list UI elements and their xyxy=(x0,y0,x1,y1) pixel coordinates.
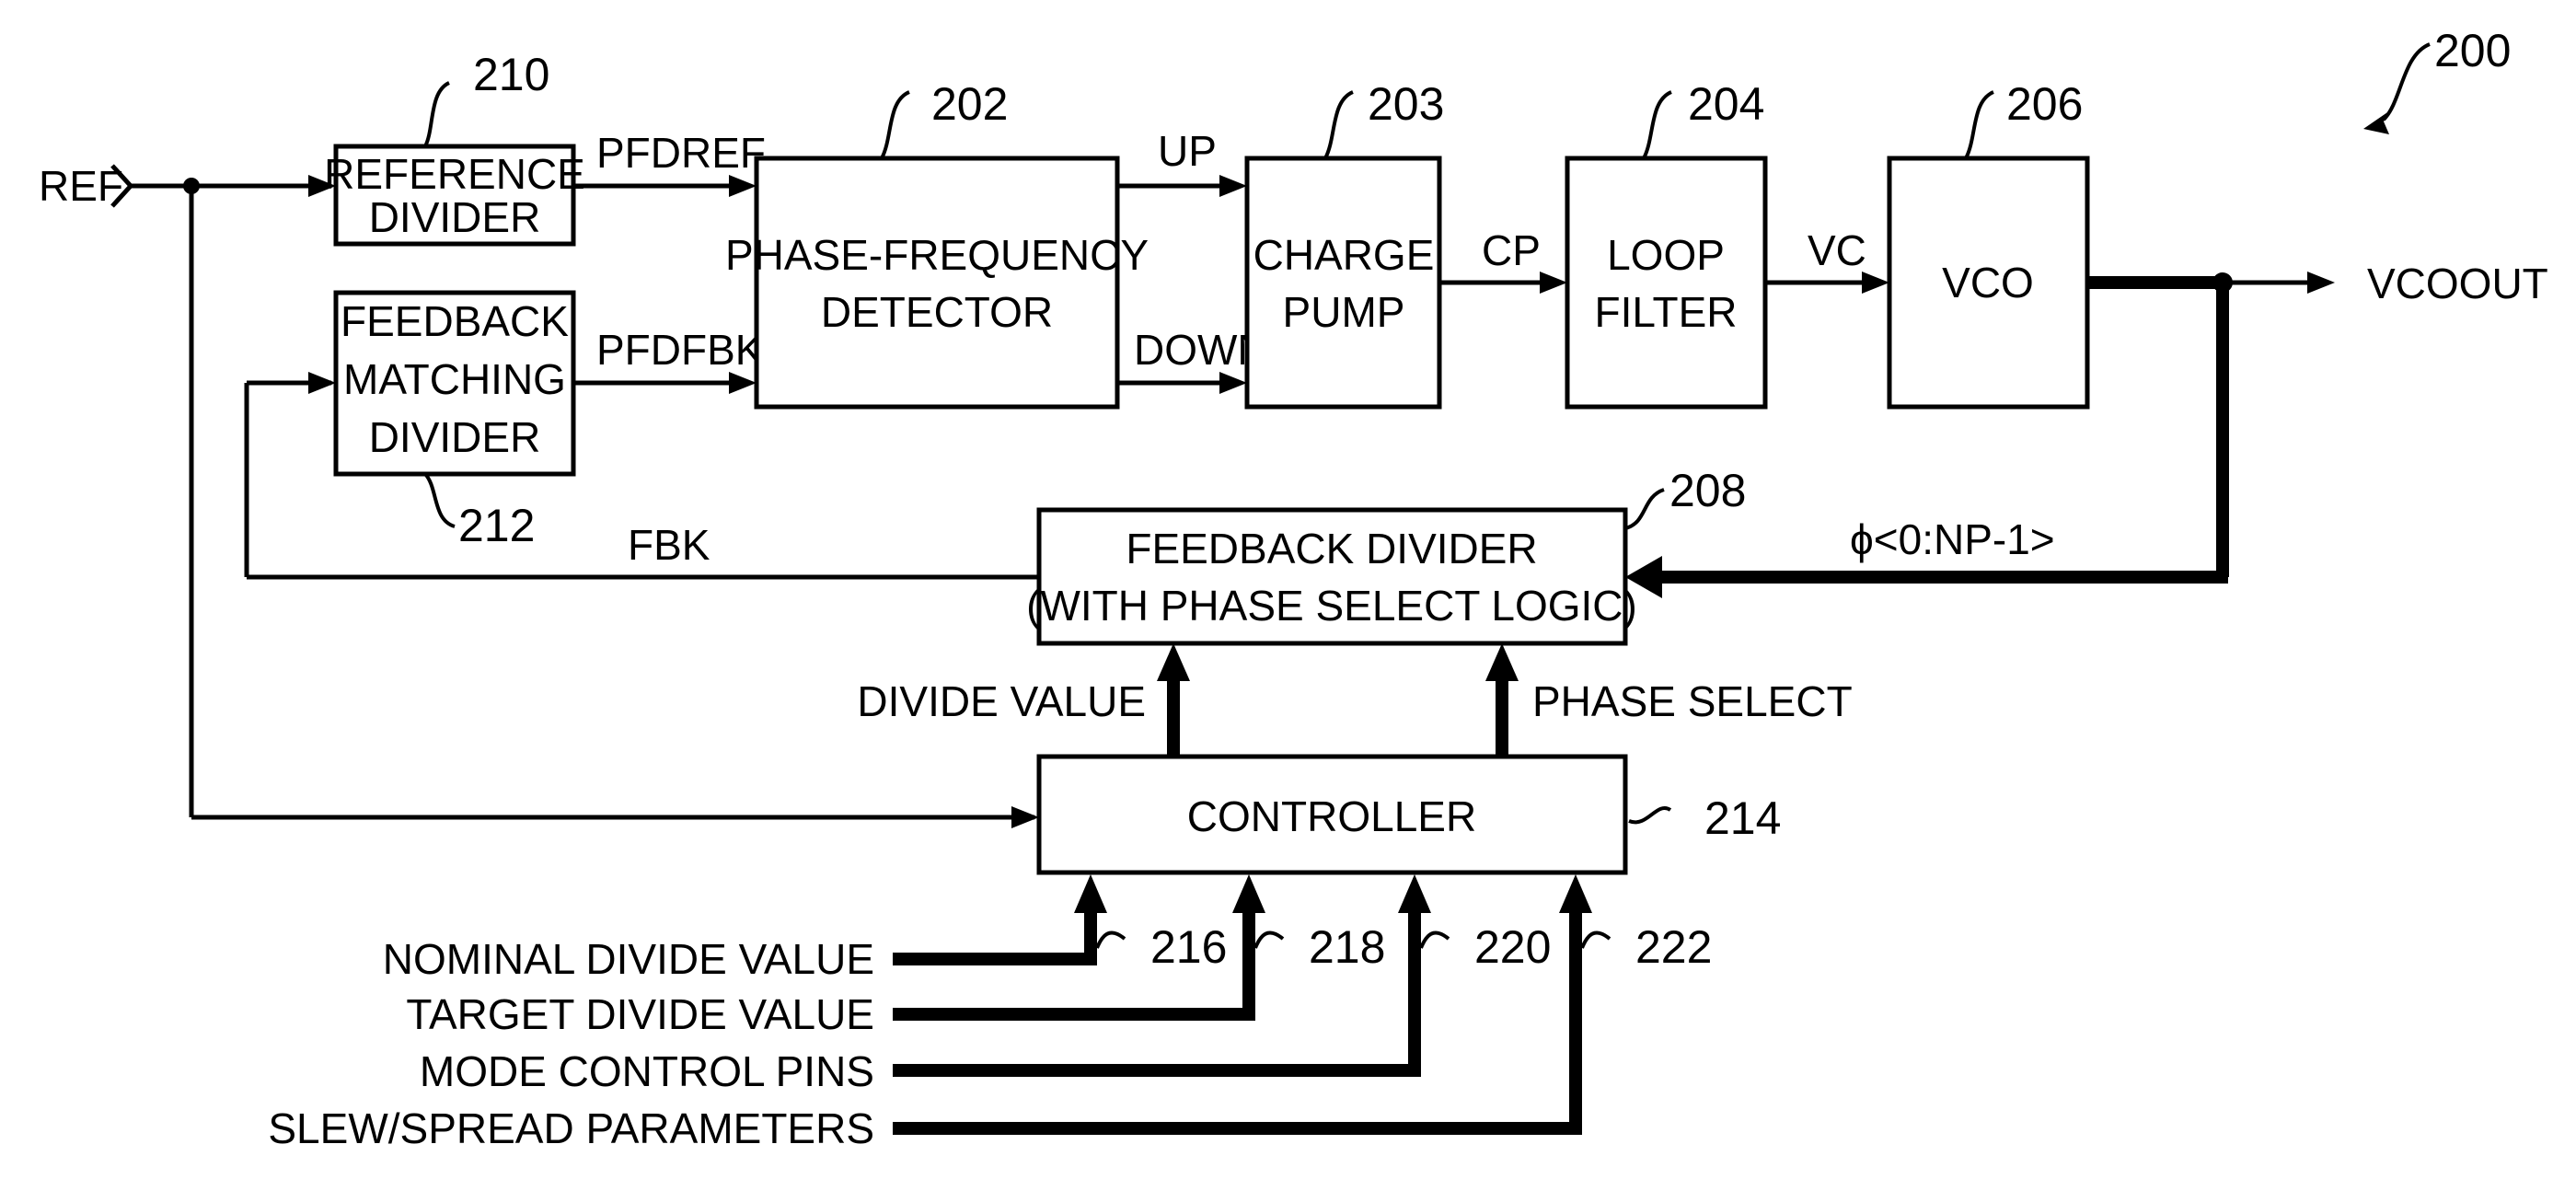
ref-203: 203 xyxy=(1368,78,1444,130)
ref-218: 218 xyxy=(1309,921,1385,973)
ref-216: 216 xyxy=(1150,921,1227,973)
reference-divider-block: REFERENCE DIVIDER xyxy=(324,144,585,247)
feedback-divider-block: FEEDBACK DIVIDER (WITH PHASE SELECT LOGI… xyxy=(1026,507,1637,646)
pfdref-label: PFDREF xyxy=(596,129,766,177)
fbm-divider-label-3: DIVIDER xyxy=(369,413,541,461)
ref-212-leader xyxy=(423,472,456,528)
feedback-divider-label-2: (WITH PHASE SELECT LOGIC) xyxy=(1026,582,1637,630)
ref-202-leader xyxy=(880,90,910,159)
fbk-arrowhead xyxy=(308,372,336,394)
feedback-matching-divider-block: FEEDBACK MATCHING DIVIDER xyxy=(333,290,576,477)
ref-218-leader xyxy=(1253,930,1285,949)
divide-value-label: DIVIDE VALUE xyxy=(857,677,1146,725)
ref-214: 214 xyxy=(1704,792,1781,844)
ref-204: 204 xyxy=(1688,78,1764,130)
down-arrowhead xyxy=(1219,372,1247,394)
vcoout-label: VCOOUT xyxy=(2367,260,2548,307)
ref-208: 208 xyxy=(1669,465,1746,516)
ref-206: 206 xyxy=(2006,78,2083,130)
vco-label: VCO xyxy=(1942,259,2034,306)
feedback-divider-label-1: FEEDBACK DIVIDER xyxy=(1126,525,1537,572)
pfdref-arrowhead xyxy=(729,175,757,197)
phase-select-arrowhead xyxy=(1485,643,1519,681)
input-arrowhead-mode xyxy=(1398,874,1431,913)
loop-filter-block: LOOP FILTER xyxy=(1565,156,1768,410)
phases-label: ϕ<0:NP-1> xyxy=(1850,515,2055,563)
reference-divider-label-1: REFERENCE xyxy=(324,150,585,198)
charge-pump-block: CHARGE PUMP xyxy=(1244,156,1442,410)
input-arrowhead-target xyxy=(1232,874,1265,913)
controller-label: CONTROLLER xyxy=(1187,792,1476,840)
input-label-mode: MODE CONTROL PINS xyxy=(420,1047,874,1095)
ref-216-leader xyxy=(1095,930,1126,949)
input-arrowhead-nominal xyxy=(1074,874,1107,913)
reference-divider-label-2: DIVIDER xyxy=(369,193,541,241)
figure-leader-arrowhead xyxy=(2363,109,2393,134)
controller-block: CONTROLLER xyxy=(1036,754,1628,875)
ref-214-leader xyxy=(1628,806,1672,825)
input-arrowhead-slew xyxy=(1559,874,1592,913)
fbk-label: FBK xyxy=(628,521,710,569)
figure-leader xyxy=(2382,42,2431,121)
ref-204-leader xyxy=(1642,90,1672,159)
input-label-slew: SLEW/SPREAD PARAMETERS xyxy=(268,1104,874,1152)
ref-210: 210 xyxy=(473,49,549,100)
input-label-target: TARGET DIVIDE VALUE xyxy=(406,990,874,1038)
vc-arrowhead xyxy=(1862,272,1889,294)
pll-block-diagram: 200 REF REFERENCE DIVIDER 210 PFDREF FEE… xyxy=(39,25,2548,1152)
input-label-nominal: NOMINAL DIVIDE VALUE xyxy=(383,935,874,983)
vcoout-arrowhead xyxy=(2307,272,2335,294)
ref-208-leader xyxy=(1624,488,1665,530)
vc-label: VC xyxy=(1808,226,1866,274)
ref-to-controller-arrowhead xyxy=(1011,806,1039,828)
divide-value-arrowhead xyxy=(1157,643,1190,681)
phase-select-label: PHASE SELECT xyxy=(1532,677,1853,725)
up-arrowhead xyxy=(1219,175,1247,197)
ref-222-leader xyxy=(1580,930,1611,949)
ref-202: 202 xyxy=(931,78,1008,130)
input-bus-nominal xyxy=(893,911,1097,965)
ref-input-label: REF xyxy=(39,162,123,210)
up-label: UP xyxy=(1158,127,1217,175)
controller-input-mode: MODE CONTROL PINS 220 xyxy=(420,874,1551,1095)
fbm-divider-label-2: MATCHING xyxy=(343,355,566,403)
ref-222: 222 xyxy=(1635,921,1712,973)
charge-pump-label-1: CHARGE xyxy=(1253,231,1435,279)
ref-206-leader xyxy=(1964,90,1994,159)
vco-block: VCO xyxy=(1887,156,2090,410)
ref-203-leader xyxy=(1323,90,1354,159)
ref-220-leader xyxy=(1419,930,1450,949)
cp-arrowhead xyxy=(1540,272,1567,294)
ref-210-leader xyxy=(423,81,451,147)
pfdfbk-label: PFDFBK xyxy=(596,326,764,374)
loop-filter-label-1: LOOP xyxy=(1607,231,1725,279)
pfd-label-1: PHASE-FREQUENCY xyxy=(725,231,1149,279)
controller-input-nominal: NOMINAL DIVIDE VALUE 216 xyxy=(383,874,1227,983)
phase-frequency-detector-block: PHASE-FREQUENCY DETECTOR xyxy=(725,156,1149,410)
cp-label: CP xyxy=(1482,226,1541,274)
figure-number: 200 xyxy=(2434,25,2511,76)
ref-220: 220 xyxy=(1474,921,1551,973)
charge-pump-label-2: PUMP xyxy=(1283,288,1405,336)
ref-212: 212 xyxy=(458,500,535,551)
pfd-label-2: DETECTOR xyxy=(821,288,1053,336)
fbm-divider-label-1: FEEDBACK xyxy=(341,297,569,345)
loop-filter-label-2: FILTER xyxy=(1594,288,1737,336)
pfdfbk-arrowhead xyxy=(729,372,757,394)
